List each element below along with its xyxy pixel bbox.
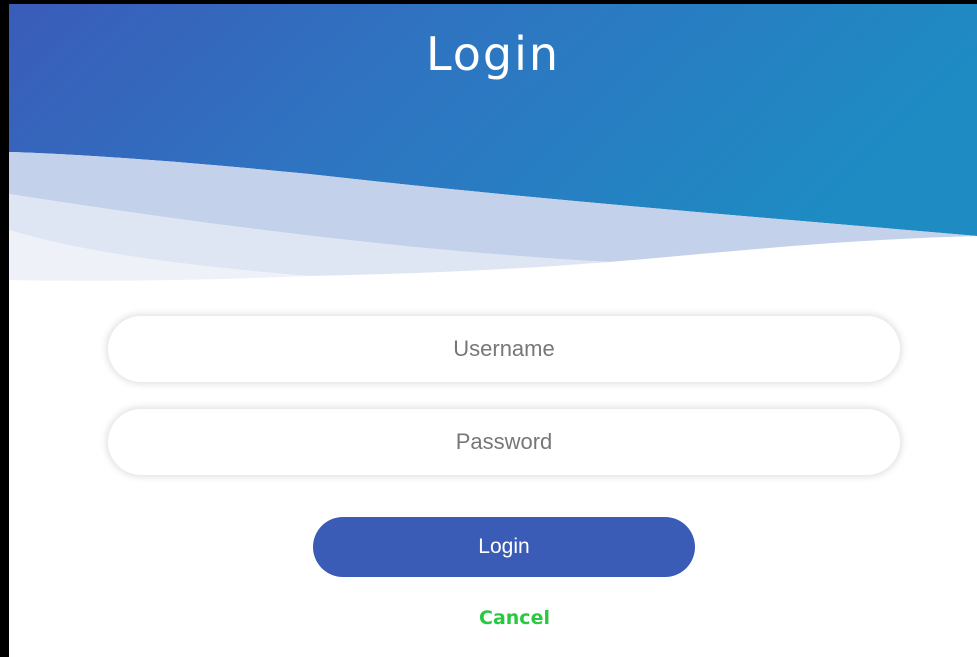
password-field bbox=[108, 409, 900, 475]
cancel-link[interactable]: Cancel bbox=[9, 607, 977, 629]
login-page: Login Login Cancel bbox=[0, 0, 977, 657]
username-field bbox=[108, 316, 900, 382]
login-button[interactable]: Login bbox=[313, 517, 695, 577]
page-title: Login bbox=[425, 27, 561, 81]
username-input[interactable] bbox=[137, 335, 871, 363]
header-banner: Login bbox=[9, 4, 977, 294]
password-input[interactable] bbox=[137, 428, 871, 456]
